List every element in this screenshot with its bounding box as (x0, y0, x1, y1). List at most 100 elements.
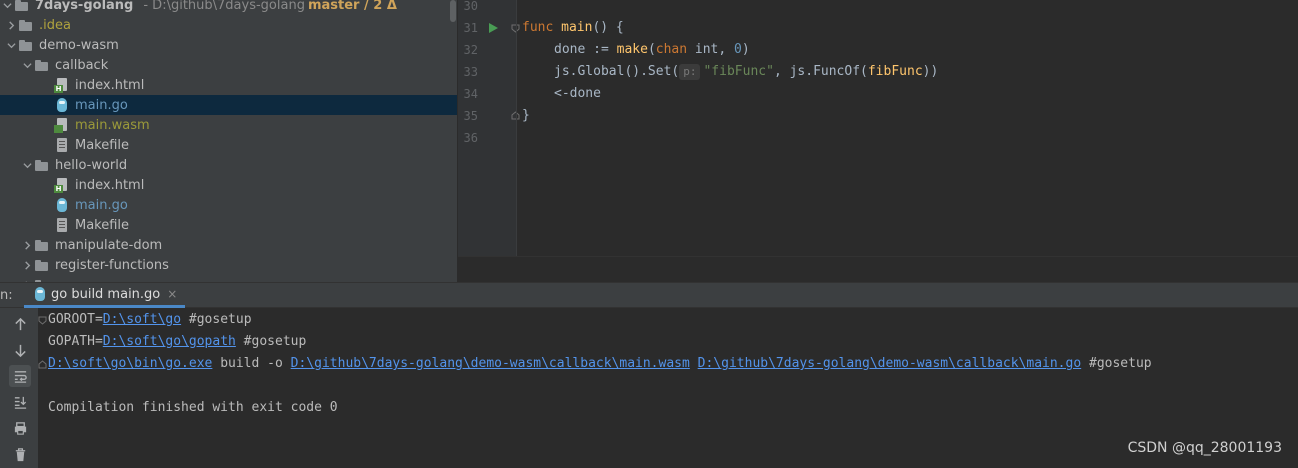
chevron-down-icon[interactable] (4, 35, 18, 55)
tree-item-hello-world[interactable]: hello-world (0, 155, 457, 175)
code-editor[interactable]: 30 31 32 33 34 35 36 func main() { done … (458, 0, 1298, 256)
soft-wrap-icon (14, 370, 27, 383)
tree-item-idea[interactable]: .idea (0, 15, 457, 35)
run-tool-window-header: n: go build main.go × (0, 282, 1298, 308)
function-name: make (616, 42, 648, 57)
chevron-down-icon[interactable] (20, 155, 34, 175)
path-link[interactable]: D:\soft\go\bin\go.exe (48, 356, 212, 371)
tree-item-label: hello-world (55, 157, 128, 173)
tree-item-callback-main-go[interactable]: main.go (0, 95, 457, 115)
tree-item-demo-wasm[interactable]: demo-wasm (0, 35, 457, 55)
go-file-icon (54, 97, 70, 113)
path-link[interactable]: D:\github\7days-golang\demo-wasm\callbac… (291, 356, 690, 371)
chevron-right-icon[interactable] (4, 15, 18, 35)
editor-gutter[interactable]: 30 31 32 33 34 35 36 (458, 0, 520, 256)
chevron-down-icon[interactable] (0, 0, 14, 15)
code-text: } (522, 108, 530, 123)
tree-item-label: demo-wasm (39, 37, 119, 53)
code-text: ) (741, 42, 750, 57)
console-text: #gosetup (235, 334, 307, 349)
tree-item-partial[interactable] (0, 275, 457, 282)
go-file-icon (32, 286, 48, 302)
tree-item-label: callback (55, 57, 109, 73)
close-icon[interactable]: × (167, 287, 177, 301)
trash-icon (15, 447, 25, 461)
line-number: 34 (463, 87, 478, 101)
keyword: func (522, 20, 554, 35)
run-icon[interactable] (487, 22, 499, 34)
code-line-32[interactable]: done := make(chan int, 0) (554, 39, 750, 61)
folder-icon (18, 17, 34, 33)
tree-item-label: main.wasm (75, 117, 150, 133)
console-text: GOPATH= (48, 334, 103, 349)
parameter-hint: p: (679, 64, 701, 80)
tree-scrollbar[interactable] (448, 0, 457, 282)
fold-icon[interactable] (38, 316, 47, 325)
chevron-right-icon[interactable] (20, 275, 34, 282)
tree-item-callback-makefile[interactable]: Makefile (0, 135, 457, 155)
path-link[interactable]: D:\soft\go (103, 312, 181, 327)
tree-item-hello-main-go[interactable]: main.go (0, 195, 457, 215)
tab-go-build-main-go[interactable]: go build main.go × (24, 283, 186, 308)
printer-icon (14, 421, 26, 435)
print-button[interactable] (9, 417, 31, 439)
tree-item-label: .idea (39, 17, 71, 33)
line-number: 31 (463, 21, 478, 35)
makefile-icon (54, 217, 70, 233)
console-text: Compilation finished with exit code 0 (48, 400, 338, 415)
tree-item-hello-makefile[interactable]: Makefile (0, 215, 457, 235)
chevron-right-icon[interactable] (20, 255, 34, 275)
chevron-down-icon[interactable] (20, 55, 34, 75)
scroll-down-button[interactable] (9, 339, 31, 361)
tree-item-label: Makefile (75, 137, 130, 153)
console-line: Compilation finished with exit code 0 (48, 397, 338, 419)
root-name: 7days-golang (35, 0, 134, 13)
project-tree[interactable]: 7days-golang - D:\github\7days-golang ma… (0, 0, 457, 282)
console-text: #gosetup (181, 312, 252, 327)
tree-scrollbar-thumb[interactable] (450, 0, 456, 22)
folder-icon (18, 37, 34, 53)
string-literal: "fibFunc" (703, 64, 774, 79)
folder-icon (34, 257, 50, 273)
folder-icon (34, 157, 50, 173)
path-link[interactable]: D:\soft\go\gopath (103, 334, 236, 349)
scroll-up-button[interactable] (9, 313, 31, 335)
folder-icon (34, 237, 50, 253)
tree-item-label: index.html (75, 177, 145, 193)
soft-wrap-button[interactable] (9, 365, 31, 387)
console-text: GOROOT= (48, 312, 103, 327)
code-line-33[interactable]: js.Global().Set(p: "fibFunc", js.FuncOf(f… (554, 61, 938, 83)
code-line-35[interactable]: } (522, 105, 530, 127)
tree-item-manipulate-dom[interactable]: manipulate-dom (0, 235, 457, 255)
makefile-icon (54, 137, 70, 153)
code-line-34[interactable]: <-done (554, 83, 601, 105)
tab-label: go build main.go (51, 286, 161, 302)
code-text: <-done (554, 86, 601, 101)
editor-breadcrumb-bar (458, 256, 1298, 282)
tree-item-callback-index-html[interactable]: index.html (0, 75, 457, 95)
run-label: n: (0, 288, 13, 303)
fold-icon[interactable] (38, 360, 47, 369)
code-line-31[interactable]: func main() { (522, 17, 624, 39)
tree-item-callback-main-wasm[interactable]: main.wasm (0, 115, 457, 135)
line-number: 36 (463, 131, 478, 145)
tree-item-label: manipulate-dom (55, 237, 163, 253)
run-console[interactable]: GOROOT=D:\soft\go #gosetup GOPATH=D:\sof… (38, 308, 1298, 468)
console-line: D:\soft\go\bin\go.exe build -o D:\github… (48, 353, 1152, 375)
code-text: )) (922, 64, 939, 79)
arrow-up-icon (14, 317, 26, 330)
scroll-to-end-button[interactable] (9, 391, 31, 413)
gutter-divider (516, 0, 517, 256)
html-file-icon (54, 177, 70, 193)
clear-all-button[interactable] (9, 443, 31, 465)
root-path: - D:\github\7days-golang (143, 0, 305, 13)
path-link[interactable]: D:\github\7days-golang\demo-wasm\callbac… (698, 356, 1082, 371)
tree-item-hello-index-html[interactable]: index.html (0, 175, 457, 195)
code-text: ( (647, 42, 656, 57)
chevron-right-icon[interactable] (20, 235, 34, 255)
number-literal: 0 (734, 42, 742, 57)
tree-item-callback[interactable]: callback (0, 55, 457, 75)
tree-item-register-functions[interactable]: register-functions (0, 255, 457, 275)
tree-item-label: main.go (75, 97, 128, 113)
tree-root[interactable]: 7days-golang - D:\github\7days-golang ma… (0, 0, 457, 15)
